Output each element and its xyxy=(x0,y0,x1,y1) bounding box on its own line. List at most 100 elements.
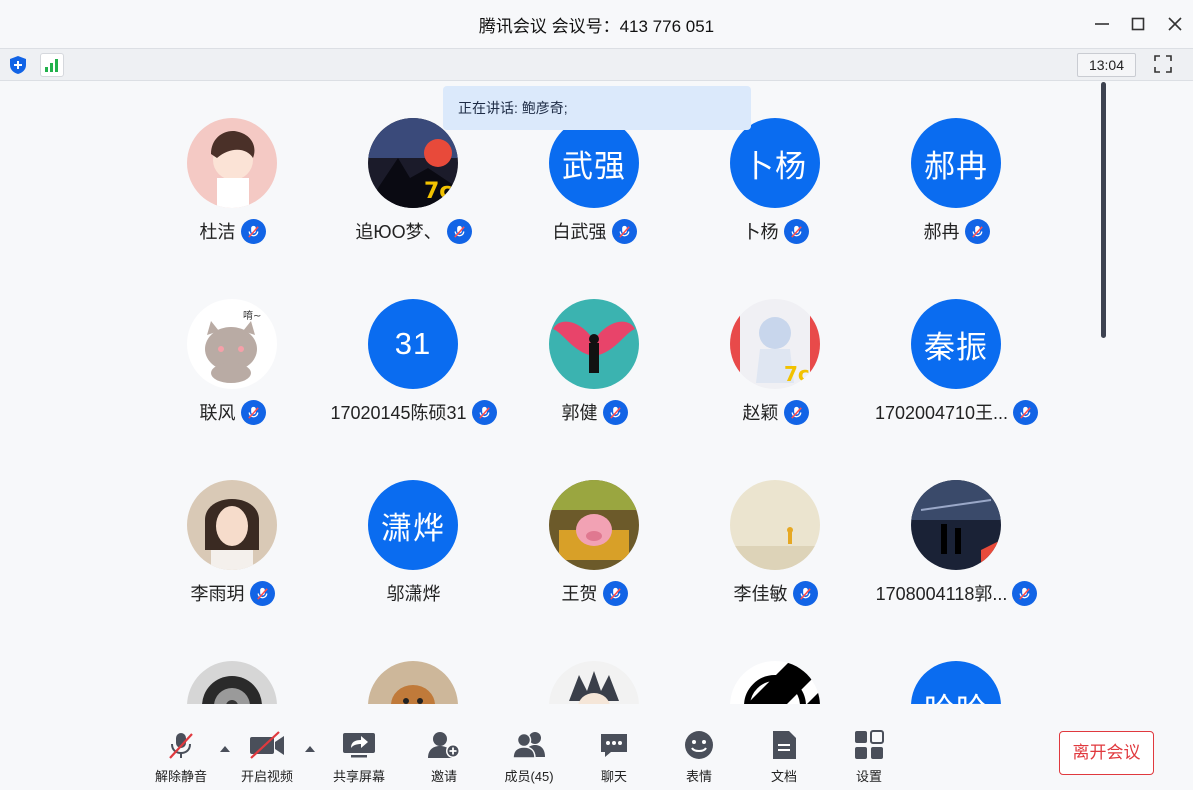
participant-name: 邬潇烨 xyxy=(386,584,441,604)
participant-tile[interactable]: 7c 赵颖 xyxy=(685,263,866,444)
avatar-photo xyxy=(368,661,458,704)
share-screen-button[interactable]: 共享屏幕 xyxy=(319,726,399,786)
speaking-indicator: 正在讲话: 鲍彦奇; xyxy=(443,86,751,130)
minimize-button[interactable] xyxy=(1088,10,1116,38)
participant-name: 17020145陈硕31 xyxy=(330,403,467,423)
mic-muted-icon xyxy=(471,399,497,425)
signal-strength-icon[interactable] xyxy=(40,53,64,77)
mic-muted-icon xyxy=(240,218,266,244)
avatar-photo xyxy=(187,118,277,208)
documents-button[interactable]: 文档 xyxy=(744,726,824,786)
members-label: 成员(45) xyxy=(504,769,554,784)
maximize-button[interactable] xyxy=(1124,10,1152,38)
mic-muted-icon xyxy=(1013,399,1039,425)
participant-tile[interactable]: 哈哈 xyxy=(866,625,1047,704)
smiley-icon xyxy=(685,731,713,759)
avatar-initials: 卜杨 xyxy=(730,118,820,208)
avatar-photo xyxy=(549,661,639,704)
participant-name: 李佳敏 xyxy=(733,584,788,604)
participant-name: 王贺 xyxy=(561,584,598,604)
mic-muted-icon xyxy=(783,218,809,244)
security-shield-icon[interactable] xyxy=(6,53,30,77)
participant-tile[interactable]: 潇烨 邬潇烨 xyxy=(323,444,504,625)
svg-text:7c: 7c xyxy=(784,362,810,386)
participant-tile[interactable]: 郝冉 郝冉 xyxy=(866,82,1047,263)
avatar-initials: 武强 xyxy=(549,118,639,208)
participant-name: 郝冉 xyxy=(923,222,960,242)
documents-label: 文档 xyxy=(770,769,797,784)
members-icon xyxy=(512,732,545,759)
avatar-photo xyxy=(187,661,277,704)
participant-name: 1708004118郭... xyxy=(875,584,1008,604)
participant-grid: 杜洁 7c 追ЮO梦、 武强 白武强 卜杨 卜杨 郝冉 郝冉 唷~ 联风 31 … xyxy=(0,82,1100,704)
mic-muted-icon xyxy=(611,218,637,244)
participant-name: 卜杨 xyxy=(742,222,779,242)
participant-name: 1702004710王... xyxy=(874,403,1009,423)
window-title: 腾讯会议 会议号：413 776 051 xyxy=(478,17,715,36)
mic-muted-icon xyxy=(602,399,628,425)
participant-name: 白武强 xyxy=(552,222,607,242)
video-options-caret[interactable] xyxy=(303,742,317,754)
reactions-button[interactable]: 表情 xyxy=(659,726,739,786)
mic-muted-icon xyxy=(602,580,628,606)
status-bar: 13:04 xyxy=(0,48,1193,81)
document-icon xyxy=(773,731,796,759)
chat-icon xyxy=(601,734,627,757)
avatar-photo: 唷~ xyxy=(187,299,277,389)
avatar-photo: 7c xyxy=(368,118,458,208)
avatar-initials: 郝冉 xyxy=(911,118,1001,208)
participant-tile[interactable]: 郭健 xyxy=(504,263,685,444)
participant-tile[interactable]: 李雨玥 xyxy=(142,444,323,625)
title-bar: 腾讯会议 会议号：413 776 051 xyxy=(0,0,1193,48)
mic-muted-icon xyxy=(1012,580,1038,606)
settings-label: 设置 xyxy=(855,769,882,784)
share-screen-label: 共享屏幕 xyxy=(332,769,385,784)
avatar-photo xyxy=(549,480,639,570)
svg-text:7c: 7c xyxy=(424,179,452,204)
participant-name: 李雨玥 xyxy=(190,584,245,604)
leave-meeting-button[interactable]: 离开会议 xyxy=(1059,731,1154,775)
participant-tile[interactable] xyxy=(323,625,504,704)
avatar-initials: 秦振 xyxy=(911,299,1001,389)
avatar-photo xyxy=(187,480,277,570)
start-video-label: 开启视频 xyxy=(240,769,293,784)
avatar-photo: 7c xyxy=(730,299,820,389)
participant-tile[interactable]: 唷~ 联风 xyxy=(142,263,323,444)
grid-scrollbar[interactable] xyxy=(1101,82,1106,338)
participant-tile[interactable]: 1708004118郭... xyxy=(866,444,1047,625)
fullscreen-icon[interactable] xyxy=(1151,52,1175,76)
avatar-initials: 哈哈 xyxy=(911,661,1001,704)
mic-off-icon xyxy=(169,733,193,759)
avatar-photo xyxy=(549,299,639,389)
invite-label: 邀请 xyxy=(430,769,457,784)
settings-button[interactable]: 设置 xyxy=(829,726,909,786)
mic-muted-icon xyxy=(240,399,266,425)
maximize-icon xyxy=(1131,17,1145,31)
participant-tile[interactable]: 31 17020145陈硕31 xyxy=(323,263,504,444)
participant-tile[interactable] xyxy=(685,625,866,704)
camera-off-icon xyxy=(250,731,284,759)
participant-tile[interactable]: 王贺 xyxy=(504,444,685,625)
start-video-button[interactable]: 开启视频 xyxy=(227,726,307,786)
participant-tile[interactable]: 李佳敏 xyxy=(685,444,866,625)
avatar-photo xyxy=(911,480,1001,570)
participant-name: 联风 xyxy=(199,403,236,423)
participant-tile[interactable]: 杜洁 xyxy=(142,82,323,263)
participant-tile[interactable] xyxy=(504,625,685,704)
close-button[interactable] xyxy=(1161,10,1189,38)
participant-tile[interactable]: 秦振 1702004710王... xyxy=(866,263,1047,444)
chat-button[interactable]: 聊天 xyxy=(574,726,654,786)
settings-grid-icon xyxy=(855,730,884,759)
invite-button[interactable]: 邀请 xyxy=(404,726,484,786)
mic-muted-icon xyxy=(446,218,472,244)
share-screen-icon xyxy=(343,733,375,758)
participant-tile[interactable] xyxy=(142,625,323,704)
avatar-initials: 31 xyxy=(368,299,458,389)
members-button[interactable]: 成员(45) xyxy=(489,726,569,786)
unmute-label: 解除静音 xyxy=(154,769,207,784)
avatar-initials: 潇烨 xyxy=(368,480,458,570)
invite-icon xyxy=(428,732,460,758)
participant-name: 杜洁 xyxy=(199,222,236,242)
unmute-button[interactable]: 解除静音 xyxy=(141,726,221,786)
mic-muted-icon xyxy=(783,399,809,425)
